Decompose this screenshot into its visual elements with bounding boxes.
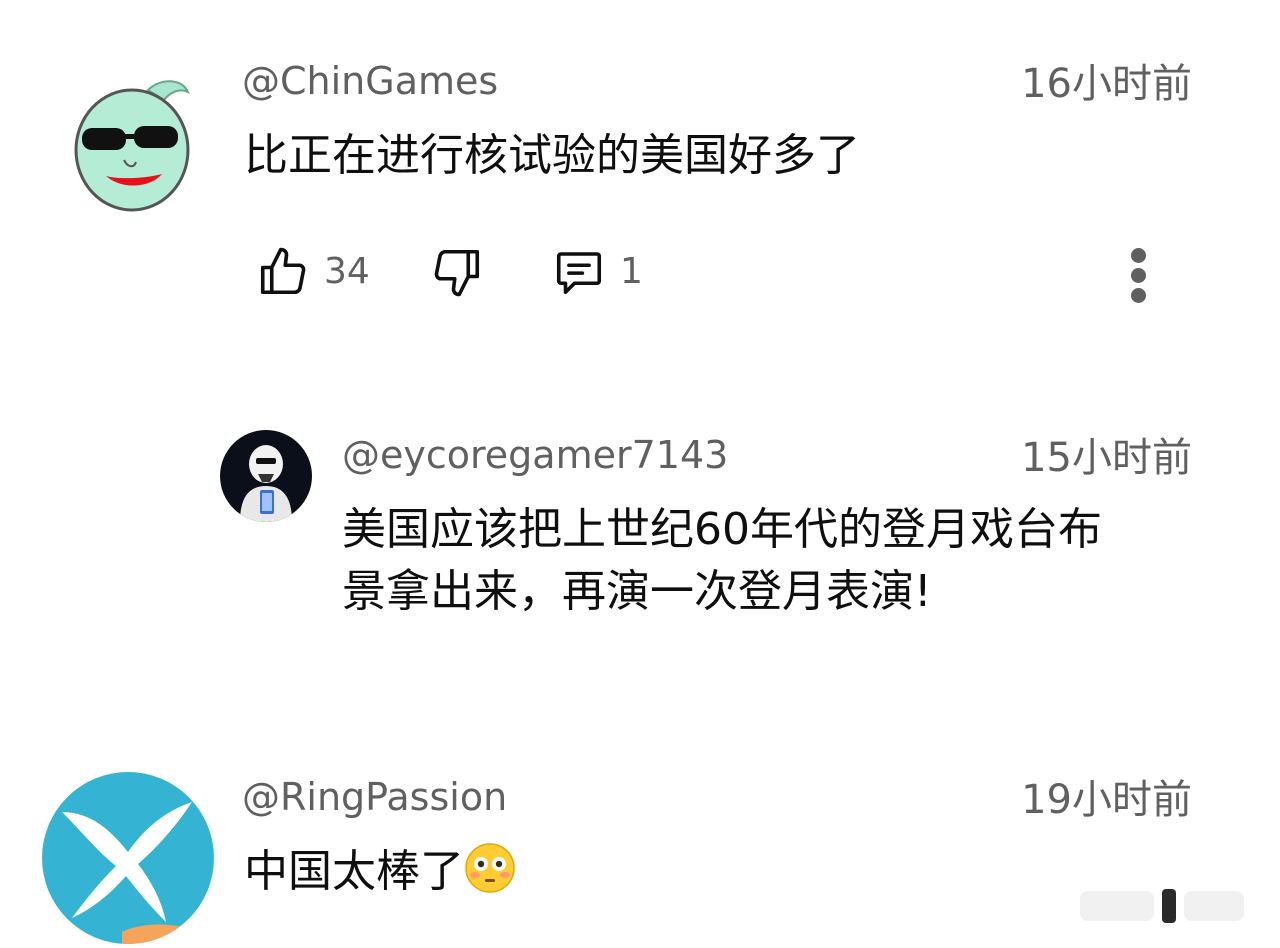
comment-text-body: 中国太棒了 [244, 846, 464, 897]
dislike-button[interactable] [430, 240, 484, 304]
avatar[interactable] [42, 772, 214, 944]
flushed-face-emoji [464, 842, 516, 894]
avatar[interactable] [70, 70, 194, 214]
avatar[interactable] [220, 430, 312, 522]
watermark-blur [1184, 891, 1244, 921]
comment-icon [556, 252, 602, 295]
comment-text-line-2: 景拿出来，再演一次登月表演! [342, 566, 932, 617]
watermark [1080, 886, 1256, 926]
comment-text: 中国太棒了 [244, 840, 516, 904]
watermark-mark [1162, 889, 1176, 923]
reply-button[interactable]: 1 [552, 240, 643, 304]
more-vert-icon[interactable] [1124, 242, 1154, 308]
watermark-blur [1080, 891, 1154, 921]
thumbs-down-icon [434, 249, 480, 297]
white-bird-icon [42, 772, 214, 944]
comment-text: 比正在进行核试验的美国好多了 [244, 130, 860, 181]
thumbs-up-icon [260, 247, 306, 295]
comment-author[interactable]: @eycoregamer7143 [342, 436, 728, 474]
comment-text-line-1: 美国应该把上世纪60年代的登月戏台布 [342, 504, 1102, 555]
like-button[interactable]: 34 [256, 240, 370, 304]
comment-actions: 34 1 [256, 240, 1176, 310]
stormtrooper-icon [220, 430, 312, 522]
comment-thread: @ChinGames 16小时前 比正在进行核试验的美国好多了 34 1 @ey… [0, 0, 1280, 948]
cartoon-face-sunglasses-icon [74, 80, 190, 212]
comment-author[interactable]: @ChinGames [242, 62, 498, 100]
comment-author[interactable]: @RingPassion [242, 778, 507, 816]
comment-timestamp: 19小时前 [1021, 777, 1192, 823]
comment-timestamp: 16小时前 [1021, 61, 1192, 107]
reply-count: 1 [620, 251, 643, 292]
comment-timestamp: 15小时前 [1021, 435, 1192, 481]
like-count: 34 [324, 251, 370, 292]
